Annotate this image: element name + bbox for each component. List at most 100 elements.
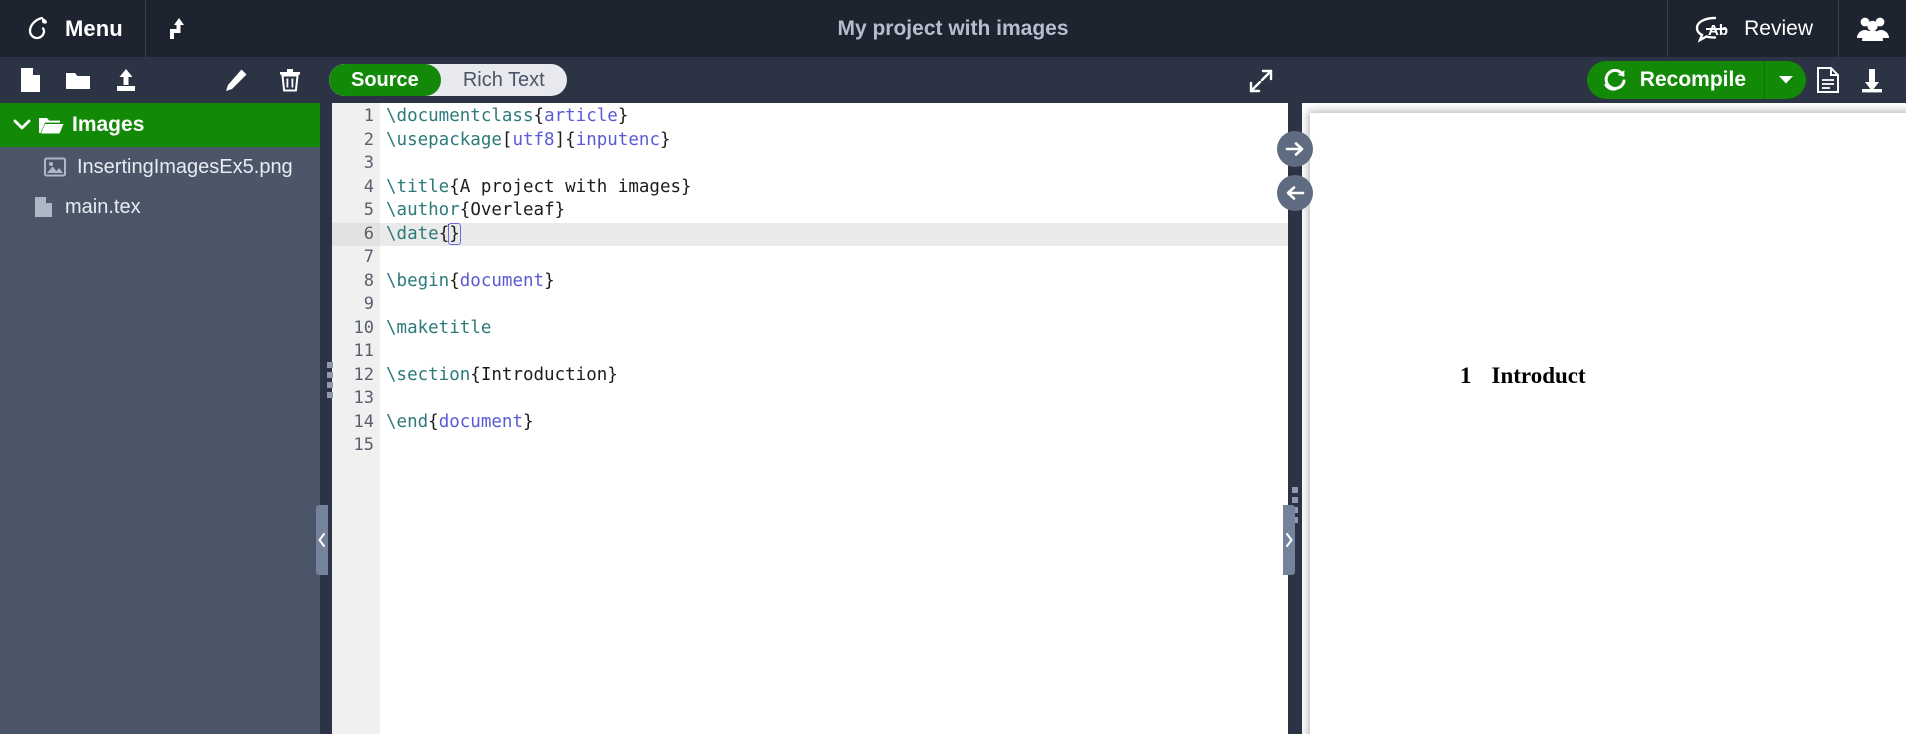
code-line[interactable]: \title{A project with images}	[380, 176, 1288, 200]
file-tree-item-image[interactable]: InsertingImagesEx5.png	[0, 147, 320, 187]
line-number: 3	[363, 153, 374, 173]
menu-label: Menu	[65, 15, 123, 41]
line-number: 5	[363, 200, 374, 220]
code-token: {	[449, 270, 460, 291]
upload-file-icon	[114, 68, 138, 92]
pdf-section-title: Introduct	[1491, 363, 1586, 388]
line-number-gutter: 1 2 3 4 567 8▾9 10 11 12▾13 14 15	[332, 103, 392, 734]
editor-drag-handle[interactable]	[327, 362, 333, 398]
header-right-group: Ab Review	[1667, 0, 1906, 57]
line-number: 13	[353, 388, 374, 408]
line-number: 4	[363, 176, 374, 197]
line-number: 10	[353, 317, 374, 338]
code-editor[interactable]: 12345678▾9101112▾131415 \documentclass{a…	[320, 103, 1288, 734]
sync-to-code-button[interactable]	[1277, 175, 1313, 211]
code-line[interactable]: \author{Overleaf}	[380, 199, 1288, 223]
upload-file-button[interactable]	[110, 64, 142, 96]
chevron-right-icon	[1285, 533, 1293, 547]
delete-button[interactable]	[274, 64, 306, 96]
expand-editor-button[interactable]	[1248, 68, 1274, 94]
file-tree-panel: Images InsertingImagesEx5.png main.tex	[0, 57, 320, 734]
pdf-page: 1 Introduct	[1310, 113, 1906, 734]
code-line[interactable]	[380, 434, 1288, 458]
recompile-options-button[interactable]	[1764, 61, 1806, 99]
file-tree-item-maintex[interactable]: main.tex	[0, 187, 320, 227]
review-label: Review	[1744, 16, 1813, 40]
pencil-rename-icon	[224, 68, 248, 92]
menu-button[interactable]: Menu	[0, 0, 146, 57]
refresh-circular-icon	[1603, 68, 1627, 92]
code-line[interactable]: \documentclass{article}	[380, 105, 1288, 129]
top-header-bar: Menu My project with images Ab Review	[0, 0, 1906, 57]
overleaf-editor-app: Menu My project with images Ab Review Im…	[0, 0, 1906, 734]
code-token: }	[523, 411, 534, 432]
new-file-button[interactable]	[14, 64, 46, 96]
file-tree-folder-images[interactable]: Images	[0, 103, 320, 147]
code-token: article	[544, 106, 618, 126]
code-token: }	[544, 270, 555, 291]
line-number: 8▾	[332, 270, 392, 294]
svg-text:Ab: Ab	[1708, 22, 1728, 39]
code-line[interactable]: \end{document}	[380, 411, 1288, 435]
code-token: [	[501, 129, 513, 150]
arrow-left-circle-icon	[1285, 184, 1305, 202]
code-token: }	[660, 129, 671, 150]
collapse-file-tree-button[interactable]	[316, 505, 328, 575]
code-line[interactable]	[380, 246, 1288, 270]
tab-source[interactable]: Source	[329, 64, 441, 96]
file-label: main.tex	[65, 195, 141, 218]
code-token: \title	[386, 176, 450, 197]
overleaf-leaf-icon	[22, 14, 52, 44]
tab-rich-text[interactable]: Rich Text	[441, 64, 567, 96]
code-line[interactable]	[380, 340, 1288, 364]
code-token: {	[449, 176, 460, 197]
recompile-button[interactable]: Recompile	[1586, 61, 1764, 99]
code-line[interactable]: \date{}	[380, 222, 1288, 246]
editor-pdf-divider[interactable]	[1277, 57, 1313, 734]
line-number: 12▾	[332, 364, 392, 388]
code-token: {	[459, 200, 471, 220]
pdf-scroll-area[interactable]: 1 Introduct	[1302, 103, 1906, 734]
review-button[interactable]: Ab Review	[1667, 0, 1838, 57]
pdf-toolbar-controls: Recompile	[1586, 57, 1906, 103]
code-line[interactable]: \begin{document}	[380, 270, 1288, 294]
sync-to-pdf-button[interactable]	[1277, 131, 1313, 167]
file-label: InsertingImagesEx5.png	[77, 155, 293, 178]
folder-label: Images	[72, 113, 145, 136]
code-line[interactable]: \maketitle	[380, 317, 1288, 341]
code-token: document	[459, 270, 545, 291]
upload-button[interactable]	[146, 0, 212, 57]
new-file-icon	[19, 67, 41, 93]
arrow-right-circle-icon	[1285, 140, 1305, 158]
line-number: 14	[353, 411, 374, 432]
code-token: Overleaf	[470, 200, 555, 220]
download-pdf-button[interactable]	[1850, 60, 1894, 100]
code-token: ]	[554, 129, 566, 150]
page-title: My project with images	[837, 16, 1069, 40]
code-line[interactable]: \usepackage[utf8]{inputenc}	[380, 129, 1288, 153]
view-logs-button[interactable]	[1806, 60, 1850, 100]
new-folder-button[interactable]	[62, 64, 94, 96]
collapse-pdf-pane-button[interactable]	[1283, 505, 1295, 575]
line-number: 7	[363, 247, 374, 267]
code-line[interactable]: \section{Introduction}	[380, 364, 1288, 388]
line-number: 2	[363, 129, 374, 150]
rename-button[interactable]	[220, 64, 252, 96]
code-line[interactable]	[380, 387, 1288, 411]
speech-bubble-ab-icon: Ab	[1693, 15, 1733, 43]
pdf-section-heading: 1 Introduct	[1460, 363, 1586, 389]
code-token: \begin	[386, 270, 450, 291]
code-token: \section	[386, 364, 471, 385]
editor-mode-switch: Source Rich Text	[329, 64, 567, 96]
code-token: {	[565, 129, 576, 150]
code-token: }	[607, 364, 618, 385]
code-content[interactable]: \documentclass{article} \usepackage[utf8]…	[380, 103, 1288, 734]
code-line[interactable]	[380, 152, 1288, 176]
file-tree-toolbar	[0, 57, 320, 103]
code-token: {	[470, 364, 481, 385]
new-folder-icon	[65, 69, 91, 91]
tex-file-icon	[30, 196, 56, 218]
chevron-down-icon[interactable]	[8, 119, 36, 131]
code-line[interactable]	[380, 293, 1288, 317]
share-collaborators-button[interactable]	[1838, 0, 1906, 57]
